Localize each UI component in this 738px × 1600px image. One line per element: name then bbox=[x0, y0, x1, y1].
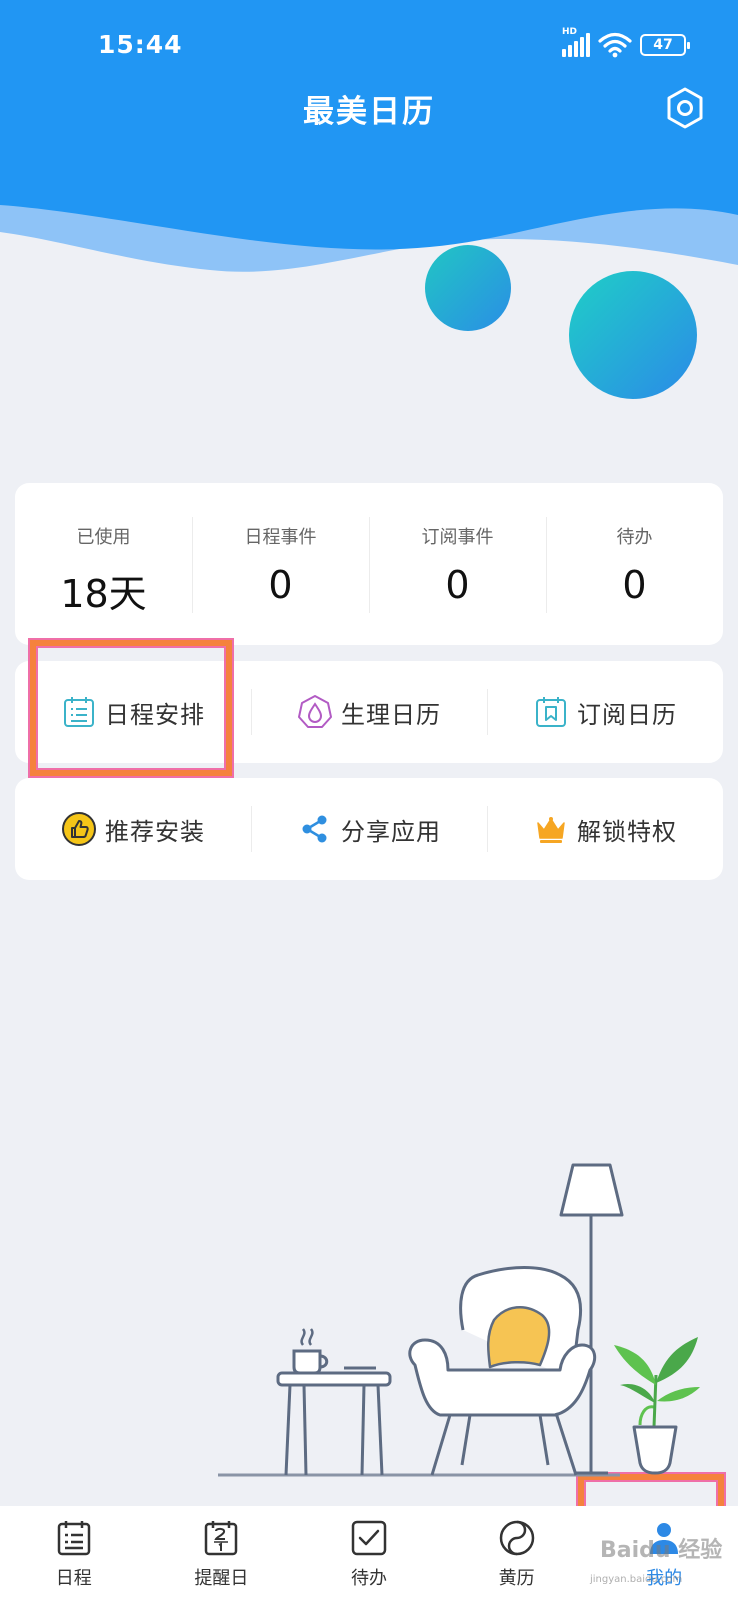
tab-label: 待办 bbox=[350, 1568, 387, 1589]
battery-icon: 47 bbox=[640, 34, 690, 56]
settings-icon[interactable] bbox=[664, 86, 706, 130]
status-bar: 15:44 HD 47 bbox=[0, 26, 738, 66]
signal-icon: HD bbox=[562, 27, 590, 57]
tab-label: 日程 bbox=[55, 1568, 92, 1589]
page-title: 最美日历 bbox=[303, 94, 435, 130]
status-icons: HD 47 bbox=[562, 27, 690, 58]
stat-label: 已使用 bbox=[76, 527, 131, 548]
feature-menu-row: 推荐安装 分享应用 解锁特权 bbox=[15, 778, 723, 880]
stat-value: 0 bbox=[622, 563, 647, 607]
menu-label: 解锁特权 bbox=[577, 817, 677, 846]
decorative-bubble bbox=[569, 271, 697, 399]
subscribe-calendar-button[interactable]: 订阅日历 bbox=[487, 661, 723, 763]
stat-value: 18天 bbox=[60, 572, 147, 616]
stat-schedule-events[interactable]: 日程事件 0 bbox=[192, 483, 369, 645]
living-room-illustration bbox=[218, 1163, 700, 1477]
tab-label: 黄历 bbox=[498, 1568, 535, 1589]
stat-value: 0 bbox=[268, 563, 293, 607]
share-icon bbox=[302, 815, 327, 843]
stat-todos[interactable]: 待办 0 bbox=[546, 483, 723, 645]
status-time: 15:44 bbox=[98, 30, 183, 59]
menu-label: 推荐安装 bbox=[105, 817, 205, 846]
stat-label: 日程事件 bbox=[244, 527, 317, 548]
thumbs-up-icon bbox=[62, 812, 96, 846]
stat-days-used[interactable]: 已使用 18天 bbox=[15, 483, 192, 645]
crown-icon bbox=[537, 817, 565, 843]
battery-level: 47 bbox=[653, 37, 673, 53]
tab-reminder-days[interactable]: 提醒日 bbox=[148, 1506, 296, 1600]
menu-label: 分享应用 bbox=[341, 817, 441, 846]
tab-almanac[interactable]: 黄历 bbox=[443, 1506, 591, 1600]
highlight-box bbox=[30, 640, 232, 776]
menu-label: 订阅日历 bbox=[577, 700, 677, 729]
stat-value: 0 bbox=[445, 563, 470, 607]
schedule-icon bbox=[57, 1521, 91, 1556]
menu-label: 生理日历 bbox=[341, 700, 441, 729]
yin-yang-icon bbox=[499, 1520, 534, 1556]
watermark: Baidu 经验 bbox=[600, 1538, 723, 1563]
tab-todo[interactable]: 待办 bbox=[295, 1506, 443, 1600]
decorative-bubble bbox=[425, 245, 511, 331]
stat-label: 订阅事件 bbox=[421, 527, 494, 548]
stats-card: 已使用 18天 日程事件 0 订阅事件 0 待办 0 bbox=[15, 483, 723, 645]
wifi-icon bbox=[598, 32, 632, 58]
calendar-date-icon bbox=[205, 1521, 238, 1556]
unlock-privileges-button[interactable]: 解锁特权 bbox=[487, 778, 723, 880]
recommend-install-button[interactable]: 推荐安装 bbox=[15, 778, 251, 880]
stat-subscribed-events[interactable]: 订阅事件 0 bbox=[369, 483, 546, 645]
period-calendar-button[interactable]: 生理日历 bbox=[251, 661, 487, 763]
profile-page: 15:44 HD 47 最美日历 已使用 18天 日程事件 0 订阅事件 0 待… bbox=[0, 0, 738, 1600]
share-app-button[interactable]: 分享应用 bbox=[251, 778, 487, 880]
period-icon bbox=[298, 695, 332, 728]
network-type: HD bbox=[562, 27, 578, 37]
checkbox-icon bbox=[351, 1520, 387, 1556]
tab-label: 提醒日 bbox=[194, 1568, 249, 1589]
watermark-url: jingyan.baidu.com bbox=[590, 1574, 683, 1585]
stat-label: 待办 bbox=[616, 527, 653, 548]
subscribe-icon bbox=[536, 697, 566, 727]
tab-schedule[interactable]: 日程 bbox=[0, 1506, 148, 1600]
